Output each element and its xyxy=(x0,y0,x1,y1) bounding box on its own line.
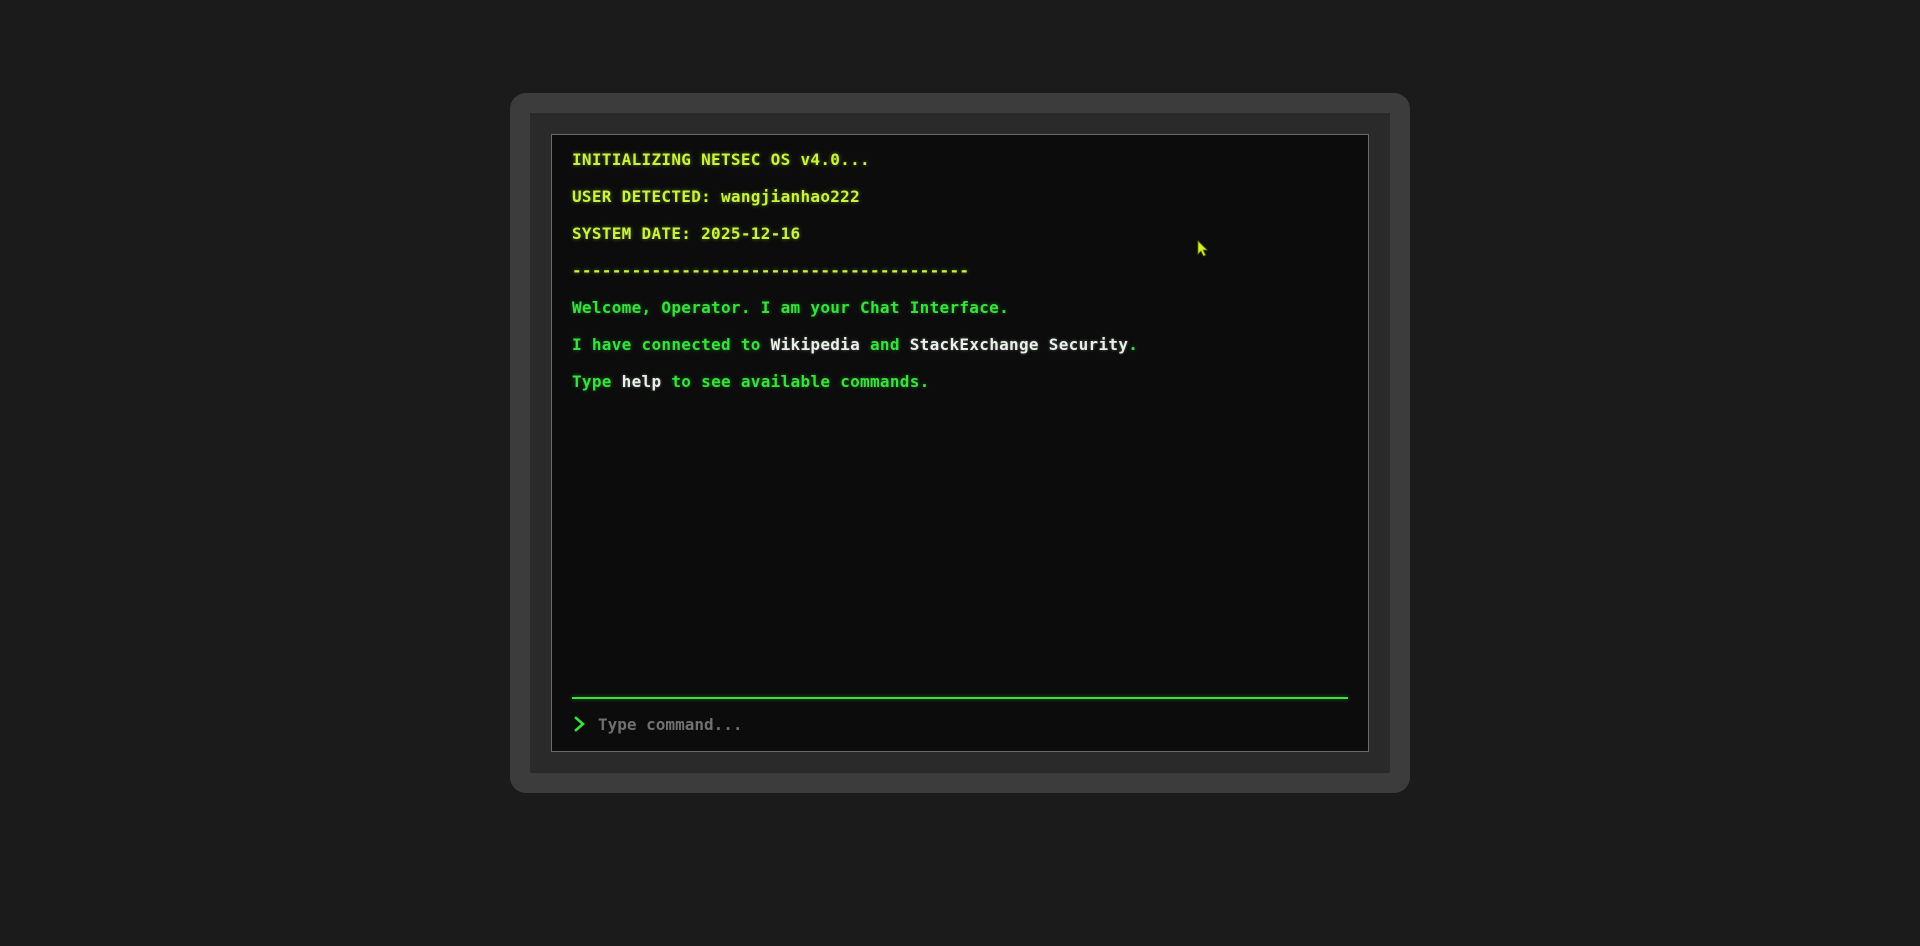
source-wikipedia: Wikipedia xyxy=(770,335,861,354)
chevron-right-icon xyxy=(574,716,585,732)
mouse-cursor-icon xyxy=(1197,240,1208,257)
connected-suffix: . xyxy=(1128,335,1139,354)
welcome-message: Welcome, Operator. I am your Chat Interf… xyxy=(572,298,1010,317)
help-command: help xyxy=(621,372,662,391)
help-hint-suffix: to see available commands. xyxy=(661,372,930,391)
help-hint-message: Type help to see available commands. xyxy=(572,371,1348,408)
input-divider xyxy=(572,697,1348,699)
terminal-monitor: INITIALIZING NETSEC OS v4.0... USER DETE… xyxy=(510,93,1410,793)
terminal-output: INITIALIZING NETSEC OS v4.0... USER DETE… xyxy=(572,149,1348,408)
connected-join: and xyxy=(860,335,910,354)
command-prompt xyxy=(572,709,1348,739)
separator-line: ---------------------------------------- xyxy=(572,261,970,280)
help-hint-prefix: Type xyxy=(572,372,622,391)
connected-prefix: I have connected to xyxy=(572,335,771,354)
connected-message: I have connected to Wikipedia and StackE… xyxy=(572,334,1348,371)
terminal-screen: INITIALIZING NETSEC OS v4.0... USER DETE… xyxy=(551,134,1369,752)
boot-line-date: SYSTEM DATE: 2025-12-16 xyxy=(572,224,801,243)
boot-line-init: INITIALIZING NETSEC OS v4.0... xyxy=(572,150,870,169)
source-stackexchange: StackExchange Security xyxy=(909,335,1129,354)
monitor-bezel: INITIALIZING NETSEC OS v4.0... USER DETE… xyxy=(530,113,1390,773)
command-input[interactable] xyxy=(598,714,1348,734)
boot-line-user: USER DETECTED: wangjianhao222 xyxy=(572,187,861,206)
